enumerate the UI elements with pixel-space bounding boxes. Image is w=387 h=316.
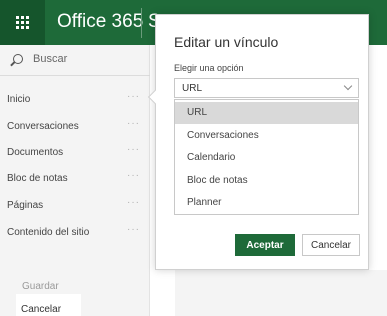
sidebar-item-documentos[interactable]: Documentos ··· <box>0 143 150 163</box>
sidebar: Inicio ··· Conversaciones ··· Documentos… <box>0 45 150 316</box>
choose-option-label: Elegir una opción <box>174 63 244 73</box>
sidebar-item-conversaciones[interactable]: Conversaciones ··· <box>0 117 150 137</box>
search-icon <box>13 54 23 64</box>
option-label: Calendario <box>187 152 236 163</box>
sidebar-item-contenido-del-sitio[interactable]: Contenido del sitio ··· <box>0 223 150 243</box>
option-bloc-de-notas[interactable]: Bloc de notas <box>175 170 358 192</box>
option-conversaciones[interactable]: Conversaciones <box>175 125 358 147</box>
option-list: URL Conversaciones Calendario Bloc de no… <box>174 99 359 215</box>
option-label: URL <box>187 107 208 118</box>
chevron-down-icon <box>343 81 353 91</box>
sidebar-item-label: Inicio <box>7 94 31 105</box>
more-options-icon[interactable]: ··· <box>127 118 140 129</box>
more-options-icon[interactable]: ··· <box>127 224 140 235</box>
option-label: Bloc de notas <box>187 175 248 186</box>
option-url[interactable]: URL <box>175 102 358 124</box>
edit-link-dialog: Editar un vínculo Elegir una opción URL … <box>147 14 369 270</box>
option-label: Planner <box>187 197 222 208</box>
app-launcher-button[interactable] <box>0 0 45 45</box>
accept-button[interactable]: Aceptar <box>235 234 295 256</box>
dialog-title: Editar un vínculo <box>174 34 279 50</box>
cancel-button[interactable]: Cancelar <box>21 299 61 316</box>
save-button[interactable]: Guardar <box>22 276 62 296</box>
more-options-icon[interactable]: ··· <box>127 91 140 102</box>
sidebar-item-label: Páginas <box>7 200 44 211</box>
search-box[interactable] <box>0 45 150 76</box>
header-divider <box>141 8 142 38</box>
more-options-icon[interactable]: ··· <box>127 197 140 208</box>
more-options-icon[interactable]: ··· <box>127 144 140 155</box>
option-label: Conversaciones <box>187 130 259 141</box>
option-planner[interactable]: Planner <box>175 192 358 214</box>
dialog-cancel-button[interactable]: Cancelar <box>302 234 360 256</box>
sidebar-item-paginas[interactable]: Páginas ··· <box>0 196 150 216</box>
more-options-icon[interactable]: ··· <box>127 170 140 181</box>
select-value: URL <box>182 83 203 94</box>
sidebar-item-bloc-de-notas[interactable]: Bloc de notas ··· <box>0 169 150 189</box>
sidebar-item-inicio[interactable]: Inicio ··· <box>0 90 150 110</box>
sidebar-item-label: Documentos <box>7 147 64 158</box>
sidebar-item-label: Conversaciones <box>7 121 79 132</box>
app-launcher-icon <box>16 16 29 29</box>
sidebar-item-label: Bloc de notas <box>7 173 68 184</box>
option-select[interactable]: URL <box>174 78 359 98</box>
content-band <box>175 270 387 316</box>
app-name[interactable]: Office 365 <box>57 11 143 33</box>
search-input[interactable] <box>33 53 133 65</box>
sidebar-item-label: Contenido del sitio <box>7 227 90 238</box>
option-calendario[interactable]: Calendario <box>175 147 358 169</box>
